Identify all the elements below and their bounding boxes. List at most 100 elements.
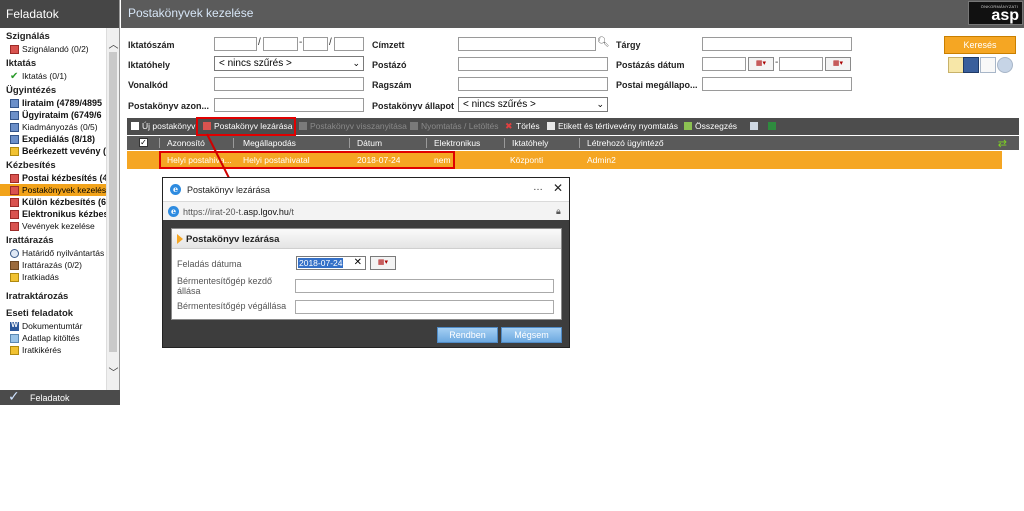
sidebar-item-vevenyek-kezelese[interactable]: Vevények kezelése xyxy=(0,220,107,232)
calendar-icon[interactable]: ▦▾ xyxy=(370,256,396,270)
column-header[interactable]: Megállapodás xyxy=(243,138,296,148)
sidebar-item-szignalando[interactable]: Szignálandó (0/2) xyxy=(0,43,107,55)
column-divider xyxy=(426,138,427,148)
sidebar-item-postai-kezbesites[interactable]: Postai kézbesítés (4 xyxy=(0,172,107,184)
folder-open-icon[interactable] xyxy=(948,57,964,73)
sidebar-group-szignalas[interactable]: Szignálás xyxy=(0,28,107,43)
iktatohely-select[interactable]: < nincs szűrés > ⌄ xyxy=(214,56,364,71)
sidebar-group-iratraktarozas[interactable]: Iratraktározás xyxy=(0,283,107,303)
postazas-datum-from-field[interactable] xyxy=(702,57,746,71)
sidebar-item-kulon-kezbesites[interactable]: Külön kézbesítés (6: xyxy=(0,196,107,208)
sidebar-group-eseti[interactable]: Eseti feladatok xyxy=(0,303,107,320)
sidebar-item-ugyirataim[interactable]: Ügyirataim (6749/6 xyxy=(0,109,107,121)
column-header[interactable]: Iktatóhely xyxy=(512,138,548,148)
sidebar-item-adatlap[interactable]: Adatlap kitöltés xyxy=(0,332,107,344)
sidebar-footer-tab[interactable]: ✓ Feladatok xyxy=(0,388,120,405)
search-icon[interactable]: 🔍︎ xyxy=(597,37,610,48)
column-header[interactable]: Dátum xyxy=(357,138,382,148)
sidebar-item-elektronikus-kezbesites[interactable]: Elektronikus kézbes xyxy=(0,208,107,220)
archive-icon xyxy=(10,261,19,270)
chevron-down-icon[interactable]: ﹀ xyxy=(108,364,119,379)
sidebar-item-hatarido[interactable]: Határidő nyilvántartás xyxy=(0,247,107,259)
dialog-titlebar[interactable]: e Postakönyv lezárása … ✕ xyxy=(163,178,569,201)
column-header[interactable]: Azonosító xyxy=(167,138,205,148)
sidebar-item-expedialas[interactable]: Expediálás (8/18) xyxy=(0,133,107,145)
ok-button[interactable]: Rendben xyxy=(437,327,498,343)
sidebar-item-iratkiadas[interactable]: Iratkiadás xyxy=(0,271,107,283)
iktatoszam-year-field[interactable] xyxy=(334,37,364,51)
printer-icon xyxy=(410,122,418,130)
column-header[interactable]: Elektronikus xyxy=(434,138,480,148)
iktatoszam-label: Iktatószám xyxy=(128,40,175,50)
calendar-icon[interactable]: ▦▾ xyxy=(825,57,851,71)
iktatoszam-prefix-field[interactable] xyxy=(214,37,257,51)
ie-icon: e xyxy=(168,206,179,217)
new-document-icon xyxy=(131,122,139,130)
grid-header: ✓ Azonosító Megállapodás Dátum Elektroni… xyxy=(127,136,1019,150)
address-bar[interactable]: e https://irat-20-t.asp.lgov.hu/t 🔒︎ xyxy=(163,201,569,220)
cimzett-field[interactable] xyxy=(458,37,596,51)
vonalkod-field[interactable] xyxy=(214,77,364,91)
postakonyv-azon-field[interactable] xyxy=(214,98,364,112)
sidebar-item-iirataim[interactable]: Iirataim (4789/4895 xyxy=(0,97,107,109)
search-button[interactable]: Keresés xyxy=(944,36,1016,54)
print-download-button[interactable]: Nyomtatás / Letöltés xyxy=(410,121,498,131)
sidebar-item-postakonyvek-kezelese[interactable]: Postakönyvek kezelése xyxy=(0,184,107,196)
close-icon[interactable]: ✕ xyxy=(553,181,563,195)
clear-icon[interactable]: ✕ xyxy=(354,257,362,269)
postazas-datum-label: Postázás dátum xyxy=(616,60,685,70)
scrollbar-thumb[interactable] xyxy=(109,52,117,352)
postazas-datum-to-field[interactable] xyxy=(779,57,823,71)
summary-button[interactable]: Összegzés xyxy=(684,121,737,131)
feladas-datuma-field[interactable]: 2018-07-24 ✕ xyxy=(296,256,366,270)
cancel-button[interactable]: Mégsem xyxy=(501,327,562,343)
targy-field[interactable] xyxy=(702,37,852,51)
send-icon xyxy=(10,135,19,144)
labels-print-button[interactable]: Etikett és tértivevény nyomtatás xyxy=(547,121,678,131)
save-icon[interactable] xyxy=(963,57,979,73)
postai-megallapodas-field[interactable] xyxy=(702,77,852,91)
separator: - xyxy=(299,37,303,48)
refresh-icon[interactable] xyxy=(997,57,1013,73)
new-file-icon[interactable] xyxy=(980,57,996,73)
page-title: Postakönyvek kezelése xyxy=(121,0,1024,28)
iktatoszam-sub-field[interactable] xyxy=(303,37,328,51)
postazo-field[interactable] xyxy=(458,57,608,71)
new-postbook-button[interactable]: Új postakönyv xyxy=(131,121,195,131)
task-icon xyxy=(10,45,19,54)
sidebar-group-irattarazas[interactable]: Irattárazás xyxy=(0,232,107,247)
sidebar-item-iratkikeres[interactable]: Iratkikérés xyxy=(0,344,107,356)
chevron-up-icon[interactable]: ︿ xyxy=(108,36,119,51)
form-icon xyxy=(10,334,19,343)
triangle-icon xyxy=(177,234,183,244)
sidebar-item-dokumentumtar[interactable]: W Dokumentumtár xyxy=(0,320,107,332)
sidebar-group-kezbesites[interactable]: Kézbesítés xyxy=(0,157,107,172)
vegallas-field[interactable] xyxy=(295,300,554,314)
clock-icon xyxy=(10,249,19,258)
reopen-postbook-button[interactable]: Postakönyv visszanyitása xyxy=(299,121,407,131)
postakonyv-allapot-select[interactable]: < nincs szűrés > ⌄ xyxy=(458,97,608,112)
column-header[interactable]: Létrehozó ügyintéző xyxy=(587,138,664,148)
sidebar-item-beerkezett-veveny[interactable]: Beérkezett vevény ( xyxy=(0,145,107,157)
separator: / xyxy=(258,37,261,48)
sidebar-item-irattarazas[interactable]: Irattárazás (0/2) xyxy=(0,259,107,271)
feladas-datuma-label: Feladás dátuma xyxy=(177,259,242,269)
sidebar-item-iktatas[interactable]: ✔ Iktatás (0/1) xyxy=(0,70,107,82)
iktatoszam-number-field[interactable] xyxy=(263,37,298,51)
ragszam-field[interactable] xyxy=(458,77,608,91)
sidebar-group-ugyintezes[interactable]: Ügyintézés xyxy=(0,82,107,97)
more-icon[interactable]: … xyxy=(533,182,543,193)
refresh-icon[interactable]: ⇄ xyxy=(998,137,1007,150)
sidebar-scrollbar[interactable]: ︿ ﹀ xyxy=(106,28,119,390)
delete-button[interactable]: ✖ Törlés xyxy=(505,121,540,131)
select-all-checkbox[interactable]: ✓ xyxy=(139,138,148,147)
email-icon xyxy=(10,210,19,219)
check-icon: ✔ xyxy=(10,71,19,82)
vegallas-label: Bérmentesítőgép végállása xyxy=(177,301,287,311)
kezdo-allas-field[interactable] xyxy=(295,279,554,293)
checkmark-icon: ✓ xyxy=(8,388,20,404)
sidebar-group-iktatas[interactable]: Iktatás xyxy=(0,55,107,70)
handover-icon xyxy=(10,273,19,282)
sidebar-item-kiadmanyozas[interactable]: Kiadmányozás (0/5) xyxy=(0,121,107,133)
calendar-icon[interactable]: ▦▾ xyxy=(748,57,774,71)
